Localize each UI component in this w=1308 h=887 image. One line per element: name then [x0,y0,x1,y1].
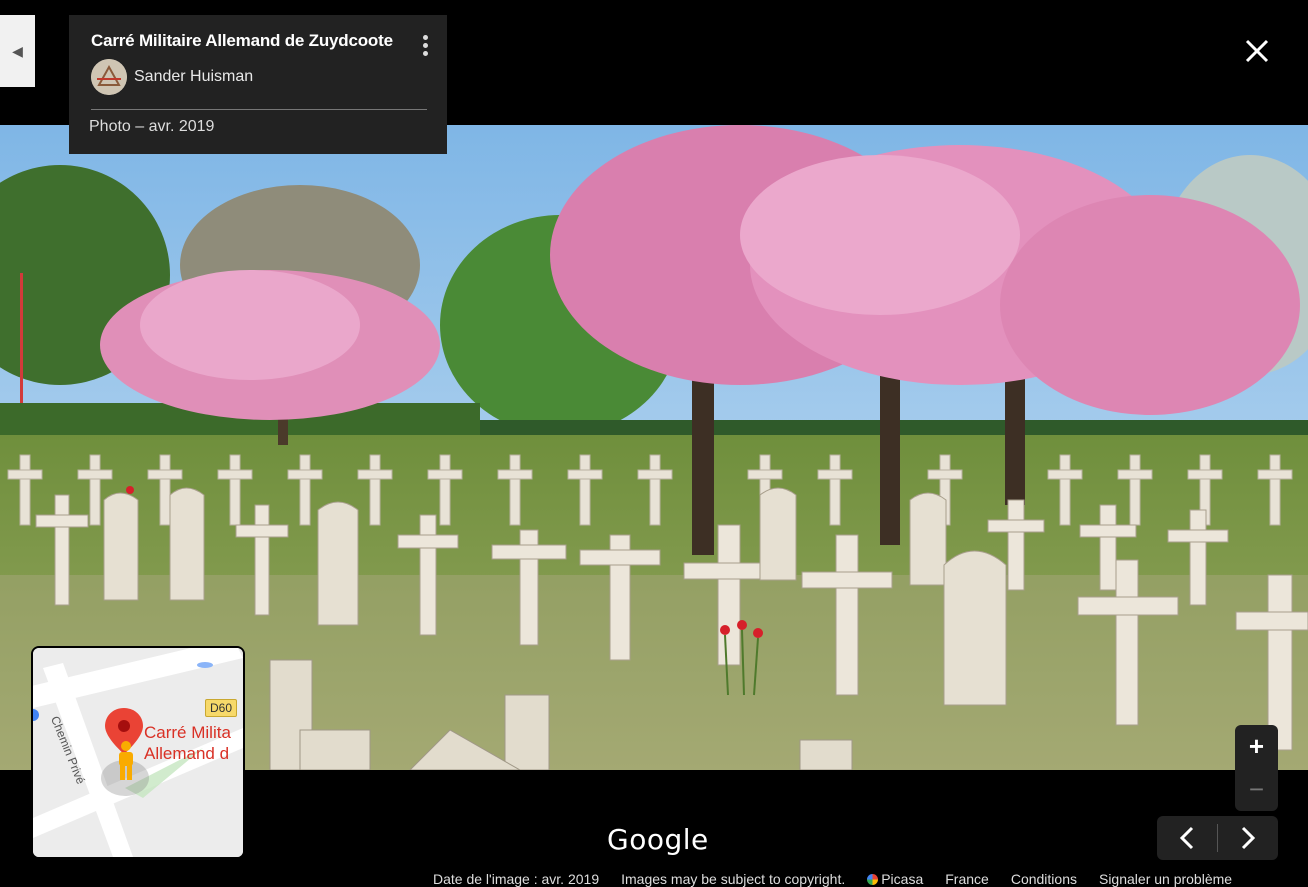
pegman-icon[interactable] [115,740,137,782]
place-label-line1: Carré Milita [144,723,231,742]
zoom-out-button[interactable]: − [1235,768,1278,811]
zoom-controls: + − [1235,725,1278,811]
place-label-line2: Allemand d [144,744,230,763]
picasa-label: Picasa [881,871,924,887]
country-link[interactable]: France [945,871,989,887]
author-row[interactable]: Sander Huisman [91,59,427,95]
place-title[interactable]: Carré Militaire Allemand de Zuydcoote [91,31,427,51]
copyright-notice: Images may be subject to copyright. [621,871,846,887]
previous-photo-button[interactable] [1157,816,1217,860]
picasa-link[interactable]: Picasa [867,871,923,887]
divider [91,109,427,110]
photo-navigation [1157,816,1278,860]
report-problem-link[interactable]: Signaler un problème [1099,871,1232,887]
minimap[interactable]: D60 Chemin Privé Carré Milita Allemand d [31,646,245,859]
next-photo-button[interactable] [1218,816,1278,860]
collapse-panel-button[interactable]: ◀ [0,15,35,87]
chevron-right-icon [1241,826,1256,850]
author-name[interactable]: Sander Huisman [134,68,253,86]
picasa-icon [867,873,879,885]
zoom-in-button[interactable]: + [1235,725,1278,768]
terms-link[interactable]: Conditions [1011,871,1077,887]
photo-date: Photo – avr. 2019 [89,118,215,135]
more-vert-icon [422,35,428,40]
close-button[interactable] [1240,34,1274,68]
image-date: Date de l'image : avr. 2019 [433,871,600,887]
photo-info-card: Carré Militaire Allemand de Zuydcoote Sa… [69,15,447,154]
author-avatar[interactable] [91,59,127,95]
chevron-left-icon: ◀ [12,42,23,59]
close-icon [1245,39,1269,63]
road-sign: D60 [205,699,238,717]
google-logo: Google [607,823,709,856]
footer: Date de l'image : avr. 2019 Images may b… [433,871,1254,887]
more-options-button[interactable] [421,35,429,61]
chevron-left-icon [1179,826,1194,850]
